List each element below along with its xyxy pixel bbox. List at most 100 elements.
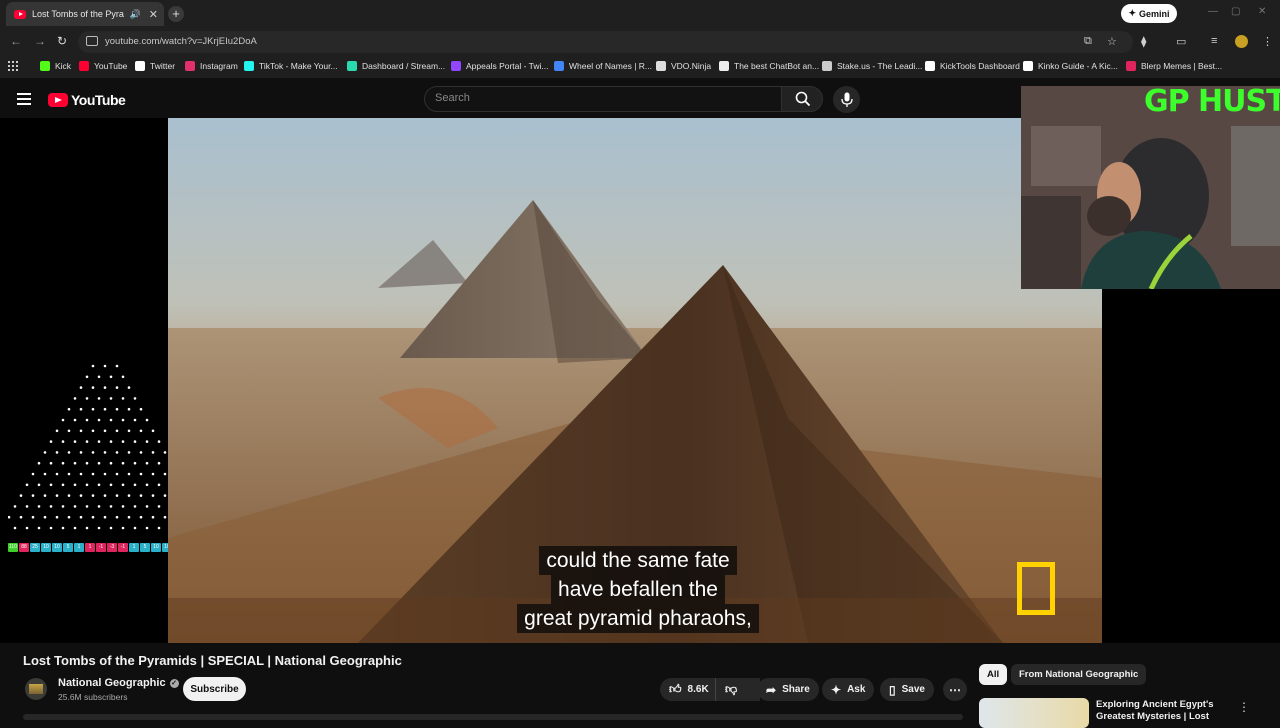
forward-icon[interactable]: → <box>34 34 46 48</box>
plinko-peg <box>61 461 65 465</box>
new-tab-button[interactable]: + <box>168 6 184 22</box>
bookmark-favicon-icon <box>40 61 50 71</box>
profile-avatar[interactable] <box>1235 35 1248 48</box>
search-input[interactable]: Search <box>424 86 782 112</box>
plinko-peg <box>8 515 11 519</box>
browser-tab[interactable]: Lost Tombs of the Pyramids | SPECIAL | N… <box>6 2 164 26</box>
minimize-icon[interactable]: — <box>1208 6 1218 17</box>
install-app-icon[interactable]: ⧉ <box>1084 35 1092 48</box>
plinko-peg <box>121 483 125 487</box>
plinko-peg <box>49 440 53 443</box>
plinko-peg <box>103 386 107 389</box>
bookmark-item[interactable]: Blerp Memes | Best... <box>1126 61 1222 71</box>
plinko-peg <box>121 375 125 379</box>
plinko-peg <box>139 429 143 433</box>
reload-icon[interactable]: ↻ <box>57 34 67 48</box>
recommendation-thumbnail[interactable] <box>979 698 1089 728</box>
bookmark-item[interactable]: Stake.us - The Leadi... <box>822 61 922 71</box>
bookmark-item[interactable]: Appeals Portal - Twi... <box>451 61 549 71</box>
bookmark-label: KickTools Dashboard <box>940 61 1020 71</box>
close-window-icon[interactable]: ✕ <box>1258 6 1266 17</box>
ask-label: Ask <box>847 684 866 695</box>
plinko-peg <box>109 505 113 508</box>
bookmark-item[interactable]: Wheel of Names | R... <box>554 61 652 71</box>
plinko-peg <box>49 526 53 530</box>
bookmark-item[interactable]: YouTube <box>79 61 127 71</box>
channel-avatar[interactable] <box>25 678 47 700</box>
plinko-peg <box>55 515 59 519</box>
bookmark-favicon-icon <box>135 61 145 71</box>
bookmark-item[interactable]: Kinko Guide - A Kic... <box>1023 61 1118 71</box>
media-control-icon[interactable]: ≡ <box>1211 35 1217 47</box>
plinko-peg <box>151 494 155 497</box>
plinko-peg <box>31 515 35 519</box>
close-tab-icon[interactable]: ✕ <box>149 8 158 21</box>
bookmark-label: Instagram <box>200 61 238 71</box>
maximize-icon[interactable]: ▢ <box>1231 6 1240 17</box>
plinko-peg <box>67 472 71 476</box>
dislike-button[interactable]: 👎︎ <box>715 678 751 701</box>
speaker-icon[interactable]: 🔊 <box>130 9 141 20</box>
plinko-peg <box>97 505 101 508</box>
plinko-slot: -3 <box>107 543 117 552</box>
gemini-button[interactable]: ✦ Gemini <box>1121 4 1177 23</box>
ask-button[interactable]: ✦ Ask <box>822 678 875 701</box>
site-info-icon[interactable] <box>86 36 98 46</box>
plinko-peg <box>91 451 95 454</box>
chip-from-national-geographic[interactable]: From National Geographic <box>1011 664 1147 685</box>
bookmark-item[interactable]: Dashboard / Stream... <box>347 61 445 71</box>
url-text[interactable]: youtube.com/watch?v=JKrjEIu2DoA <box>105 36 257 47</box>
plinko-peg <box>13 526 17 530</box>
back-icon[interactable]: ← <box>10 34 22 48</box>
recommendation-menu-icon[interactable]: ⋮ <box>1238 700 1250 714</box>
recommendation-title[interactable]: Exploring Ancient Egypt's Greatest Myste… <box>1096 699 1236 723</box>
plinko-peg <box>139 472 143 476</box>
bookmark-star-icon[interactable]: ☆ <box>1107 35 1117 48</box>
plinko-peg <box>13 505 17 508</box>
extensions-icon[interactable]: ⧫ <box>1141 35 1146 48</box>
voice-search-button[interactable] <box>833 86 860 113</box>
plinko-peg <box>37 526 41 530</box>
save-button[interactable]: ▯ Save <box>880 678 934 701</box>
hamburger-menu-icon[interactable] <box>17 93 31 105</box>
plinko-peg <box>145 505 149 508</box>
subscribe-button[interactable]: Subscribe <box>183 677 246 701</box>
plinko-peg <box>85 526 89 530</box>
plinko-peg <box>127 451 131 454</box>
apps-grid-icon[interactable] <box>8 61 18 71</box>
chip-all[interactable]: All <box>979 664 1008 685</box>
bookmark-item[interactable]: KickTools Dashboard <box>925 61 1020 71</box>
cast-icon[interactable]: ▭ <box>1176 35 1186 48</box>
plinko-peg <box>139 407 143 411</box>
thumbs-up-icon: 👍︎ <box>669 682 682 696</box>
plinko-slot: 10 <box>52 543 62 552</box>
bookmark-item[interactable]: Instagram <box>185 61 238 71</box>
description-box[interactable] <box>23 714 963 720</box>
plinko-slot: 25 <box>30 543 40 552</box>
bookmark-item[interactable]: VDO.Ninja <box>656 61 711 71</box>
plinko-peg <box>133 526 137 530</box>
plinko-peg <box>133 418 137 422</box>
share-button[interactable]: ➦ Share <box>757 678 819 701</box>
plinko-peg <box>91 494 95 497</box>
plinko-peg <box>43 472 47 476</box>
youtube-logo[interactable]: YouTube <box>48 92 126 108</box>
bookmark-item[interactable]: Twitter <box>135 61 175 71</box>
bookmark-item[interactable]: Kick <box>40 61 71 71</box>
channel-name-row[interactable]: National Geographic ✓ <box>58 677 179 689</box>
search-button[interactable] <box>781 86 823 112</box>
plinko-peg <box>85 418 89 422</box>
bookmark-item[interactable]: TikTok - Make Your... <box>244 61 338 71</box>
plinko-peg <box>61 440 65 443</box>
more-actions-button[interactable]: ⋯ <box>943 678 967 701</box>
bookmark-label: TikTok - Make Your... <box>259 61 338 71</box>
channel-name[interactable]: National Geographic <box>58 677 166 689</box>
plinko-peg <box>151 429 155 433</box>
plinko-peg <box>79 386 83 389</box>
browser-menu-icon[interactable]: ⋮ <box>1262 35 1273 48</box>
bookmark-item[interactable]: The best ChatBot an... <box>719 61 819 71</box>
plinko-peg <box>121 461 125 465</box>
like-count: 8.6K <box>687 684 709 695</box>
plinko-slot: -1 <box>96 543 106 552</box>
plinko-peg <box>85 505 89 508</box>
